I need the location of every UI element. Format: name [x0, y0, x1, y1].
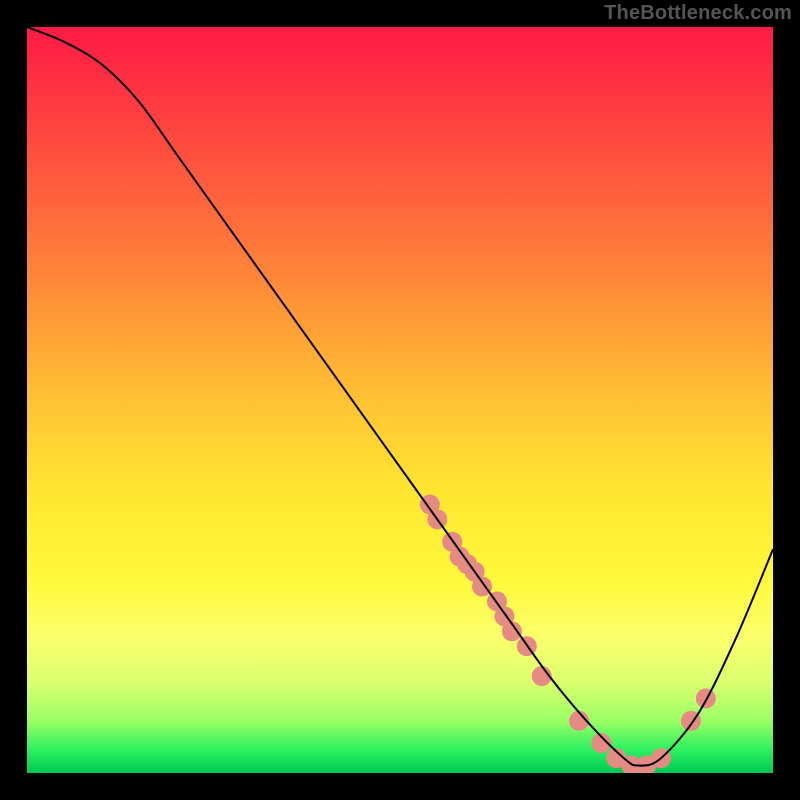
- marker-layer: [420, 494, 716, 773]
- chart-frame: TheBottleneck.com: [0, 0, 800, 800]
- chart-svg: [27, 27, 773, 773]
- bottleneck-curve: [27, 27, 773, 766]
- watermark-text: TheBottleneck.com: [604, 2, 792, 25]
- plot-area: [27, 27, 773, 773]
- curve-marker: [696, 688, 716, 708]
